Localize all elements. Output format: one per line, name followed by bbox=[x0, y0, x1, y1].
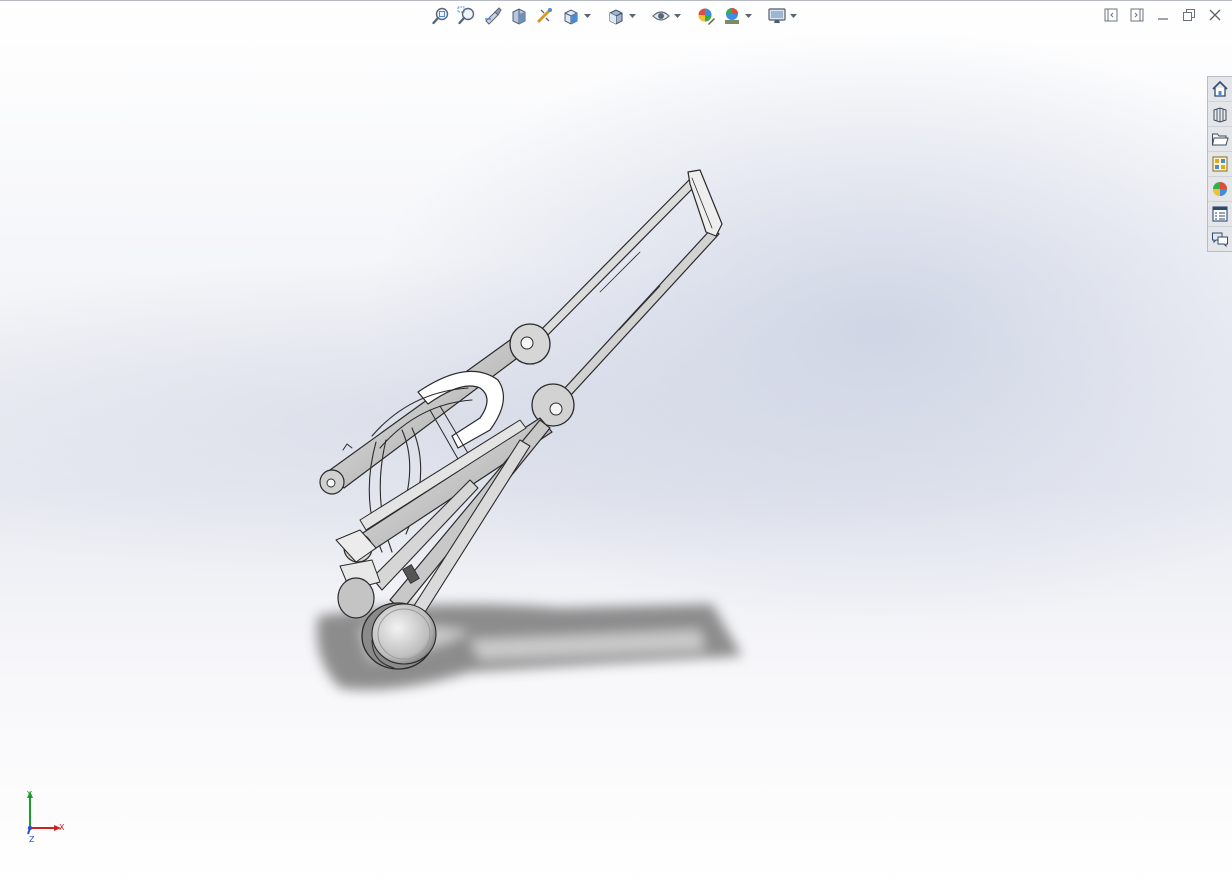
triad-z-label: Z bbox=[29, 835, 35, 844]
model-hand-truck[interactable] bbox=[0, 0, 1232, 888]
hand-truck-frame bbox=[319, 169, 723, 670]
triad-y-label: Y bbox=[27, 790, 32, 799]
reference-triad: Y X Z bbox=[18, 786, 78, 846]
triad-x-label: X bbox=[59, 823, 65, 832]
